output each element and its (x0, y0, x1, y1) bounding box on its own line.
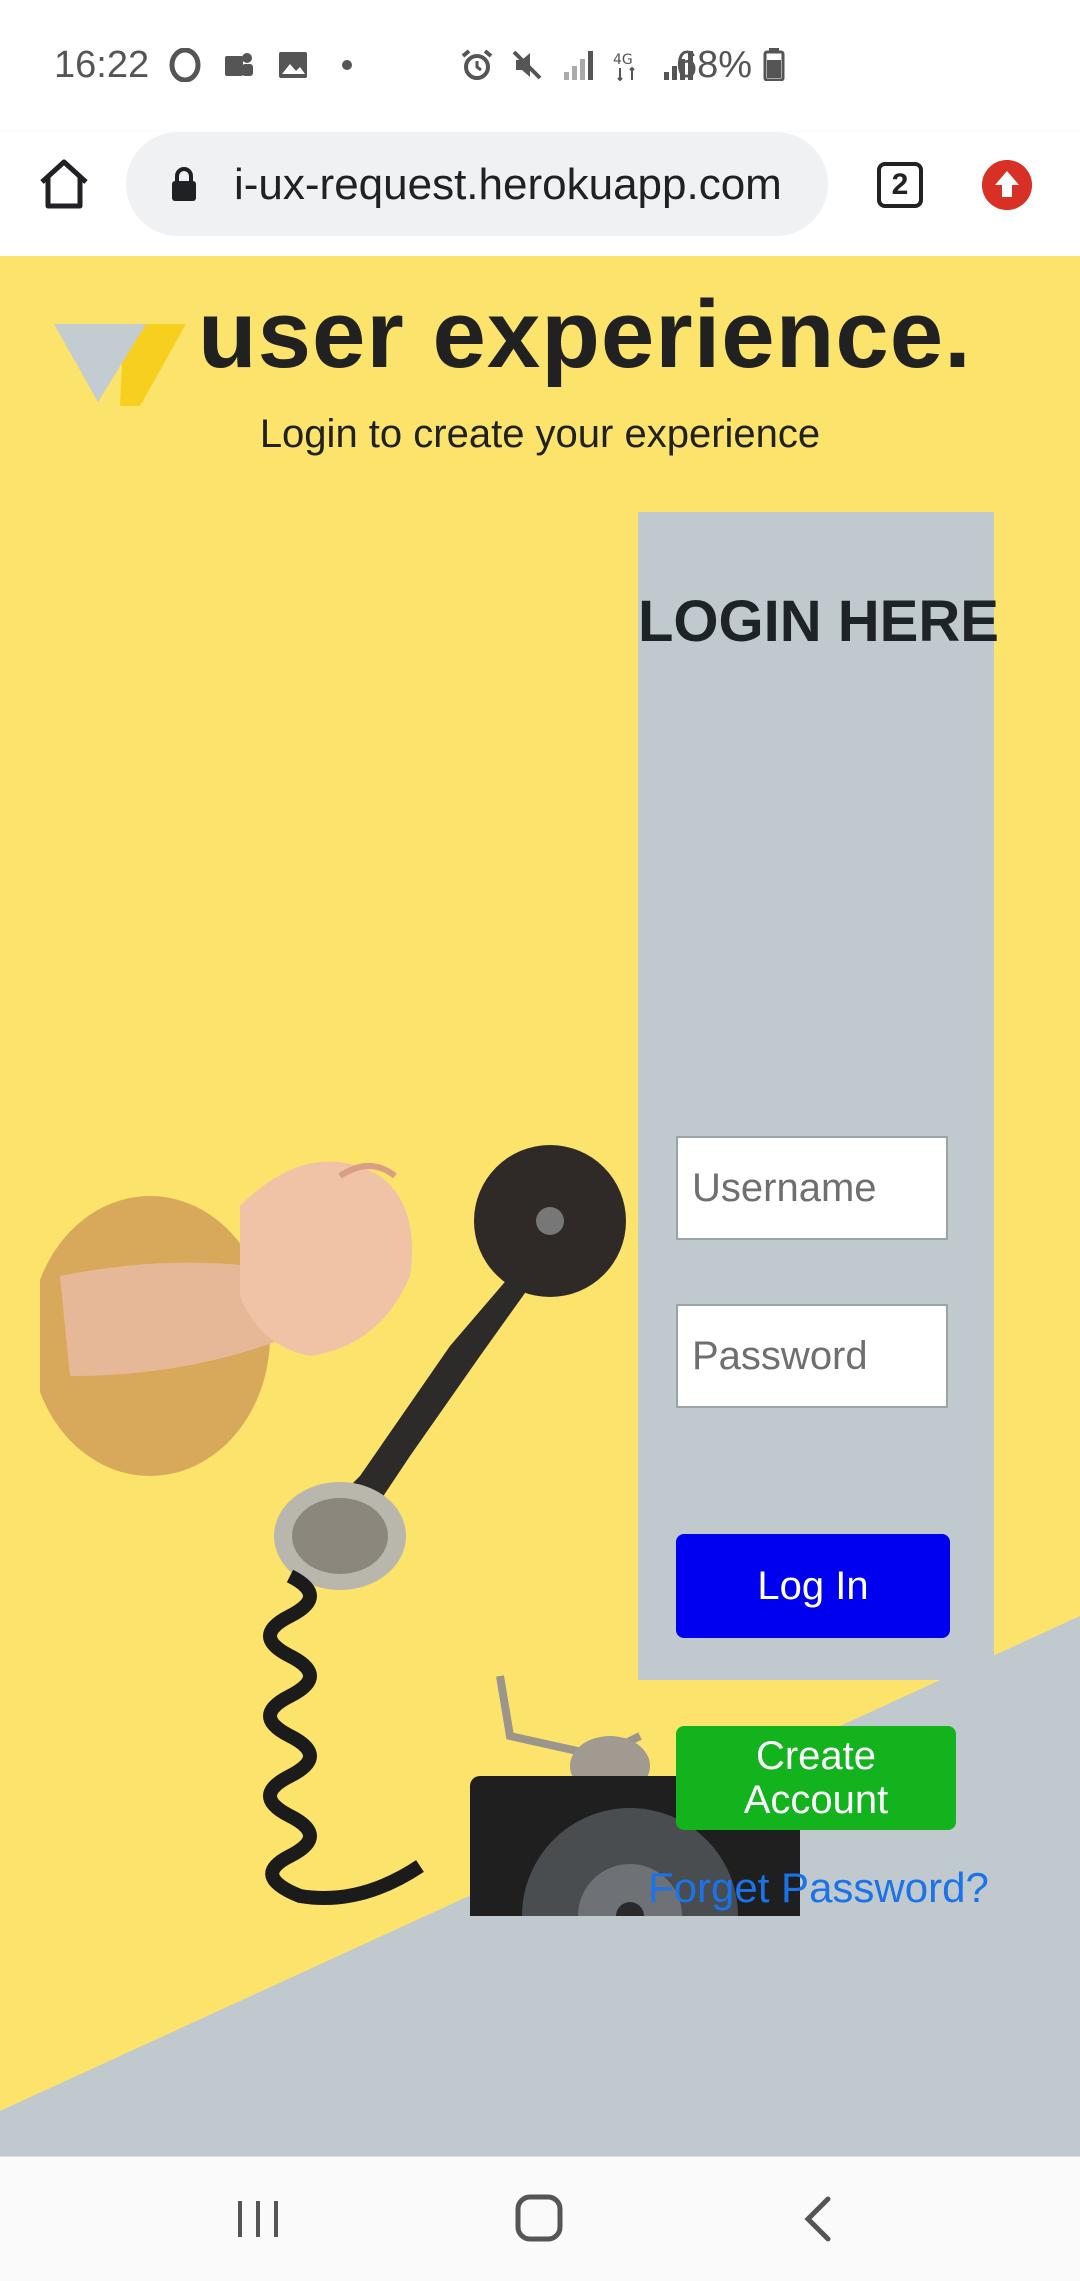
username-input[interactable] (676, 1136, 948, 1240)
web-page: user experience. Login to create your ex… (0, 256, 1080, 2156)
gallery-icon (279, 52, 307, 78)
page-subtitle: Login to create your experience (259, 412, 821, 456)
signal-icon (564, 51, 593, 80)
login-heading: LOGIN HERE (638, 589, 999, 654)
browser-toolbar: i-ux-request.herokuapp.com 2 (0, 132, 1080, 256)
back-icon[interactable] (796, 2191, 840, 2247)
status-time: 16:22 (54, 44, 150, 86)
opera-icon (169, 48, 201, 82)
login-panel: LOGIN HERE Log In Create Account Forget … (638, 512, 999, 1911)
system-nav-bar (0, 2156, 1080, 2281)
home-icon[interactable] (36, 156, 92, 212)
home-nav-icon[interactable] (510, 2191, 570, 2247)
svg-text:4G: 4G (613, 52, 633, 68)
teams-icon (225, 53, 253, 76)
alarm-icon (461, 49, 493, 80)
forgot-password-link[interactable]: Forget Password? (648, 1864, 989, 1912)
battery-icon (763, 48, 785, 82)
battery-level: 68% (676, 44, 785, 87)
url-bar[interactable]: i-ux-request.herokuapp.com (126, 132, 828, 236)
tab-switcher-button[interactable]: 2 (877, 162, 923, 208)
recent-apps-icon[interactable] (230, 2193, 286, 2245)
mute-icon (512, 50, 542, 80)
password-input[interactable] (676, 1304, 948, 1408)
status-bar: 16:22 4G 68% (0, 0, 1080, 132)
4g-icon: 4G (613, 52, 635, 82)
update-icon[interactable] (982, 160, 1032, 210)
page-title: user experience. (198, 281, 972, 388)
logo-icon (54, 324, 186, 406)
lock-icon (172, 167, 196, 201)
login-button[interactable]: Log In (676, 1534, 950, 1638)
dot-icon (342, 60, 352, 70)
battery-text: 68% (676, 44, 753, 86)
url-text: i-ux-request.herokuapp.com (234, 160, 782, 209)
create-account-button[interactable]: Create Account (676, 1726, 956, 1830)
